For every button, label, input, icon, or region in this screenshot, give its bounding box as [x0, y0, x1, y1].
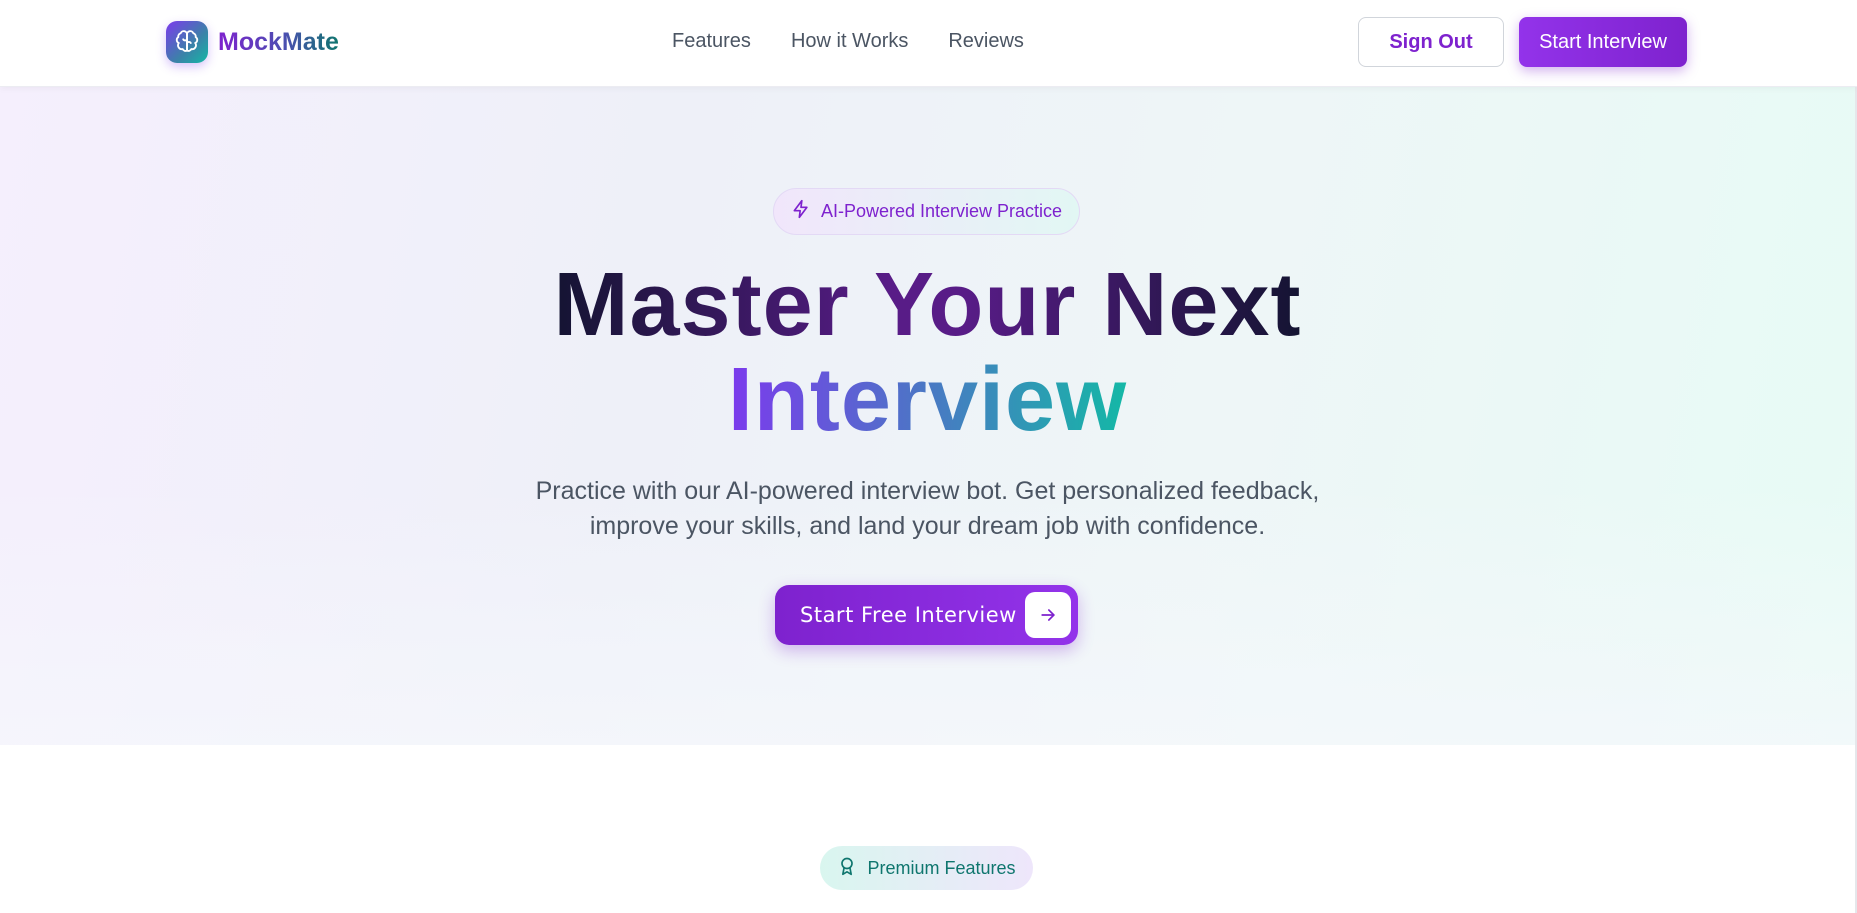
hero-title: Master Your Next Interview [0, 258, 1855, 448]
ai-badge: AI-Powered Interview Practice [773, 188, 1080, 235]
award-icon [837, 856, 857, 881]
hero-subtitle: Practice with our AI-powered interview b… [0, 474, 1855, 544]
ai-badge-label: AI-Powered Interview Practice [820, 201, 1063, 221]
hero-subtitle-line1: Practice with our AI-powered interview b… [535, 477, 1320, 505]
start-interview-button[interactable]: Start Interview [1519, 17, 1687, 67]
start-free-interview-button[interactable]: Start Free Interview [775, 585, 1078, 645]
hero-title-line2: Interview [727, 350, 1128, 450]
premium-features-label: Premium Features [867, 857, 1016, 878]
brand-logo-link[interactable]: MockMate [166, 21, 339, 63]
brain-icon [166, 21, 208, 63]
premium-features-badge: Premium Features [820, 846, 1033, 890]
hero-subtitle-line2: improve your skills, and land your dream… [589, 512, 1266, 540]
nav-link-features[interactable]: Features [672, 30, 751, 53]
top-navbar: MockMate Features How it Works Reviews S… [0, 0, 1857, 87]
brand-name: MockMate [218, 27, 339, 56]
hero-title-line1: Master Your Next [553, 255, 1302, 355]
nav-link-reviews[interactable]: Reviews [948, 30, 1024, 53]
cta-label: Start Free Interview [800, 603, 1017, 627]
arrow-right-icon [1025, 592, 1071, 638]
main-nav: Features How it Works Reviews [672, 30, 1024, 53]
lightning-icon [791, 199, 811, 224]
nav-link-how-it-works[interactable]: How it Works [791, 30, 908, 53]
sign-out-button[interactable]: Sign Out [1358, 17, 1504, 67]
